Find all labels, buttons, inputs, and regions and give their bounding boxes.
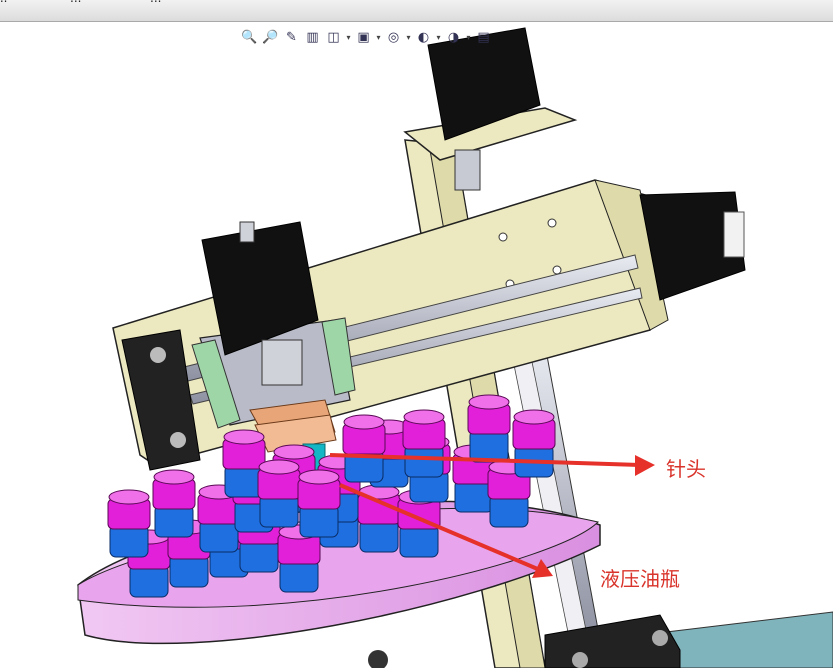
bottle-body — [109, 524, 149, 558]
bottle-cap-top — [273, 444, 315, 460]
bottle-cap-top — [403, 409, 445, 425]
hydraulic-oil-bottle-label: 液压油瓶 — [600, 567, 680, 591]
bottle-body — [469, 429, 509, 463]
chevron-down-icon[interactable]: ▾ — [345, 28, 352, 47]
bottle-cap-top — [513, 409, 555, 425]
bottle-body — [404, 444, 444, 478]
view-settings-icon[interactable]: ▤ — [474, 28, 493, 47]
display-style-icon[interactable]: ▣ — [354, 28, 373, 47]
chevron-down-icon[interactable]: ▾ — [435, 28, 442, 47]
bottle-body — [199, 519, 239, 553]
top-coupling — [454, 149, 481, 191]
bottle-body — [259, 494, 299, 528]
heads-up-view-toolbar: 🔍 🔎 ✎ ▥ ◫ ▾ ▣ ▾ ◎ ▾ ◐ ▾ ◑ ▾ ▤ — [240, 26, 493, 48]
carriage-coupling — [261, 339, 303, 386]
bottle-cap-top — [153, 469, 195, 485]
cad-model-view[interactable] — [0, 0, 833, 668]
needle-label: 针头 — [666, 457, 706, 481]
zoom-to-fit-icon[interactable]: 🔍 — [240, 28, 259, 47]
bottle-body — [359, 519, 399, 553]
bottle-body — [279, 559, 319, 593]
hide-show-items-icon[interactable]: ◎ — [384, 28, 403, 47]
bottle-cap-top — [108, 489, 150, 505]
bottle-cap-top — [343, 414, 385, 430]
bottle-body — [224, 464, 264, 498]
bottle-body — [489, 494, 529, 528]
bottle-body — [239, 539, 279, 573]
edit-appearance-icon[interactable]: ◐ — [414, 28, 433, 47]
bottle-body — [454, 479, 494, 513]
apply-scene-icon[interactable]: ◑ — [444, 28, 463, 47]
bottle-body — [299, 504, 339, 538]
chevron-down-icon[interactable]: ▾ — [375, 28, 382, 47]
section-view-icon[interactable]: ▥ — [303, 28, 322, 47]
motor-connector — [723, 211, 745, 258]
previous-view-icon[interactable]: ✎ — [282, 28, 301, 47]
bottle-body — [129, 564, 169, 598]
chevron-down-icon[interactable]: ▾ — [465, 28, 472, 47]
bottle-cap-top — [298, 469, 340, 485]
view-orientation-icon[interactable]: ◫ — [324, 28, 343, 47]
bottle-body — [169, 554, 209, 588]
bottle-body — [154, 504, 194, 538]
bottle-cap-top — [468, 394, 510, 410]
bottom-mount — [368, 650, 388, 668]
zoom-to-area-icon[interactable]: 🔎 — [261, 28, 280, 47]
bottle-body — [399, 524, 439, 558]
bottle-cap-top — [223, 429, 265, 445]
chevron-down-icon[interactable]: ▾ — [405, 28, 412, 47]
bottle-cap-top — [258, 459, 300, 475]
